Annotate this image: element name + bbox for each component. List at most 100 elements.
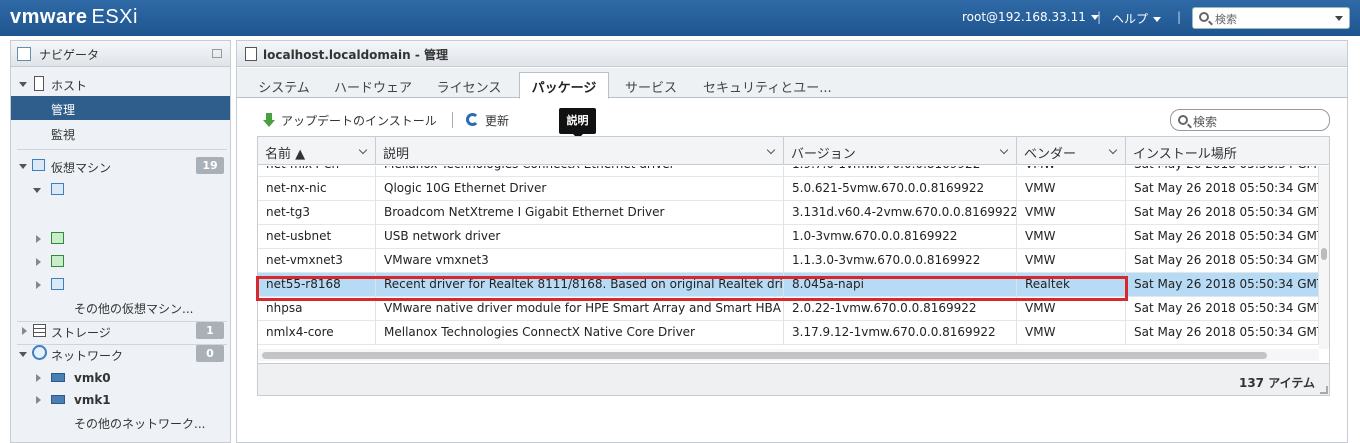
table-row[interactable]: net-mlx4-enMellanox Technologies Connect… <box>258 166 1319 177</box>
item-count: 137 アイテム <box>1238 376 1315 390</box>
chevron-down-icon <box>1153 17 1162 22</box>
column-tooltip: 説明 <box>559 108 596 139</box>
vm-tree-item[interactable] <box>11 273 230 297</box>
column-name-header[interactable]: 名前 ▲ <box>258 137 376 165</box>
table-cell: Sat May 26 2018 05:50:34 GMT+0 <box>1126 166 1319 177</box>
expand-icon[interactable] <box>36 396 41 404</box>
expand-icon[interactable] <box>22 327 27 335</box>
nav-item-storage[interactable]: ストレージ 1 <box>11 319 230 343</box>
navigator-title: ナビゲータ <box>39 48 100 62</box>
host-icon <box>34 76 44 91</box>
table-row[interactable]: net-vmxnet3 VMware vmxnet3 1.1.3.0-3vmw.67… <box>258 249 1319 273</box>
vm-tree-item[interactable] <box>11 178 230 202</box>
expand-icon[interactable] <box>19 82 27 87</box>
minimize-icon[interactable] <box>212 49 222 58</box>
chevron-down-icon[interactable] <box>358 145 368 155</box>
nav-item-network[interactable]: ネットワーク 0 <box>11 342 230 366</box>
vm-powered-on-icon <box>51 255 64 267</box>
table-cell: 1.1.3.0-3vmw.670.0.0.8169922 <box>784 249 1017 273</box>
column-install-date-header[interactable]: インストール場所 <box>1126 137 1329 165</box>
vertical-scrollbar[interactable] <box>1319 166 1329 349</box>
resize-grip-icon[interactable] <box>1320 386 1328 394</box>
navigator-header: ナビゲータ <box>11 41 230 67</box>
nav-item-host[interactable]: ホスト <box>11 72 230 96</box>
vm-icon <box>51 183 64 195</box>
divider: | <box>1097 10 1102 24</box>
global-search-input[interactable]: 検索 <box>1192 7 1350 29</box>
table-row[interactable]: nhpsa VMware native driver module for HPE… <box>258 297 1319 321</box>
column-version-header[interactable]: バージョン <box>784 137 1017 165</box>
more-vms-link[interactable]: その他の仮想マシン... <box>11 295 230 319</box>
vm-tree-item[interactable] <box>11 250 230 274</box>
table-cell: VMW <box>1017 177 1126 201</box>
table-cell: Recent driver for Realtek 8111/8168. Bas… <box>376 273 784 297</box>
nav-item-manage[interactable]: 管理 <box>11 96 230 120</box>
tab-system[interactable]: システム <box>247 73 321 98</box>
nav-item-vmk0[interactable]: vmk0 <box>11 366 230 390</box>
table-cell: net-usbnet <box>258 225 376 249</box>
chevron-down-icon[interactable] <box>1108 145 1118 155</box>
vm-tree-item[interactable] <box>11 227 230 251</box>
table-cell: Realtek <box>1017 273 1126 297</box>
user-menu[interactable]: root@192.168.33.11 <box>962 10 1099 24</box>
more-networks-link[interactable]: その他のネットワーク... <box>11 410 230 434</box>
chevron-down-icon[interactable] <box>999 145 1009 155</box>
expand-icon[interactable] <box>19 164 27 169</box>
column-description-header[interactable]: 説明 <box>376 137 784 165</box>
grid-header: 名前 ▲ 説明 バージョン ベンダー インストール場所 <box>258 137 1329 165</box>
search-icon <box>1178 115 1188 125</box>
table-cell: net55-r8168 <box>258 273 376 297</box>
table-cell: Broadcom NetXtreme I Gigabit Ethernet Dr… <box>376 201 784 225</box>
expand-icon[interactable] <box>36 258 41 266</box>
scrollbar-thumb[interactable] <box>1321 248 1327 260</box>
column-vendor-header[interactable]: ベンダー <box>1017 137 1126 165</box>
table-row[interactable]: net55-r8168 Recent driver for Realtek 811… <box>258 273 1319 297</box>
scrollbar-thumb[interactable] <box>262 352 1267 359</box>
nav-item-monitor[interactable]: 監視 <box>11 121 230 145</box>
table-row[interactable]: net-nx-nic Qlogic 10G Ethernet Driver 5.0.… <box>258 177 1319 201</box>
tab-services[interactable]: サービス <box>617 73 685 98</box>
help-menu[interactable]: ヘルプ <box>1112 10 1162 27</box>
expand-icon[interactable] <box>33 188 41 193</box>
table-row[interactable]: net-tg3 Broadcom NetXtreme I Gigabit Ethe… <box>258 201 1319 225</box>
package-search-input[interactable]: 検索 <box>1170 109 1330 131</box>
refresh-button[interactable]: 更新 <box>464 111 520 131</box>
expand-icon[interactable] <box>36 374 41 382</box>
nav-item-vmk1[interactable]: vmk1 <box>11 388 230 412</box>
table-cell: Qlogic 10G Ethernet Driver <box>376 177 784 201</box>
table-cell: Sat May 26 2018 05:50:34 GMT+0 <box>1126 297 1319 321</box>
chevron-down-icon[interactable] <box>766 145 776 155</box>
vm-icon <box>32 159 45 171</box>
horizontal-scrollbar[interactable] <box>258 349 1319 361</box>
grid-body: net-mlx4-enMellanox Technologies Connect… <box>258 166 1319 349</box>
nav-item-vms[interactable]: 仮想マシン 19 <box>11 154 230 178</box>
expand-icon[interactable] <box>19 352 27 357</box>
table-cell: 3.131d.v60.4-2vmw.670.0.0.8169922 <box>784 201 1017 225</box>
install-update-button[interactable]: アップデートのインストール <box>259 111 449 131</box>
storage-count-badge: 1 <box>196 322 224 339</box>
storage-icon <box>33 324 46 337</box>
tab-hardware[interactable]: ハードウェア <box>329 73 417 98</box>
expand-icon[interactable] <box>36 235 41 243</box>
page-title: localhost.localdomain - 管理 <box>263 48 449 62</box>
table-row[interactable]: nmlx4-core Mellanox Technologies ConnectX… <box>258 321 1319 345</box>
table-cell: 2.0.22-1vmw.670.0.0.8169922 <box>784 297 1017 321</box>
table-cell: VMW <box>1017 225 1126 249</box>
tab-packages[interactable]: パッケージ <box>519 72 609 99</box>
table-cell: net-vmxnet3 <box>258 249 376 273</box>
packages-grid: 名前 ▲ 説明 バージョン ベンダー インストール場所 net-mlx4-enM… <box>257 136 1330 396</box>
refresh-icon <box>466 113 479 126</box>
table-cell: Sat May 26 2018 05:50:34 GMT+0 <box>1126 273 1319 297</box>
table-cell: Mellanox Technologies ConnectX Ethernet … <box>376 166 784 177</box>
table-cell: Sat May 26 2018 05:50:34 GMT+0 <box>1126 225 1319 249</box>
table-cell: Sat May 26 2018 05:50:34 GMT+0 <box>1126 321 1319 345</box>
tab-license[interactable]: ライセンス <box>433 73 505 98</box>
table-cell: 5.0.621-5vmw.670.0.0.8169922 <box>784 177 1017 201</box>
nic-icon <box>51 373 65 382</box>
table-row[interactable]: net-usbnet USB network driver 1.0-3vmw.670… <box>258 225 1319 249</box>
tab-security[interactable]: セキュリティとユー... <box>703 73 832 98</box>
table-cell: VMware vmxnet3 <box>376 249 784 273</box>
divider: | <box>1177 10 1182 24</box>
expand-icon[interactable] <box>36 281 41 289</box>
table-cell: VMW <box>1017 297 1126 321</box>
